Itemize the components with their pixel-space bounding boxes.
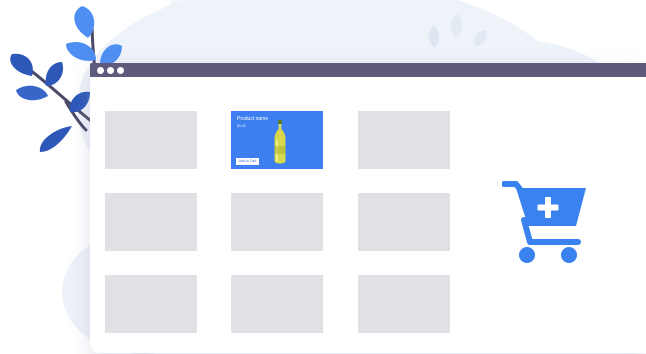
illustration-stage: Product name $0.00 Add to Cart (0, 0, 646, 354)
product-tile-placeholder[interactable] (358, 275, 450, 333)
window-control-dot[interactable] (117, 67, 124, 74)
ghost-leaf-icon (450, 14, 463, 38)
oil-bottle-icon (274, 120, 286, 164)
product-tile-featured[interactable]: Product name $0.00 Add to Cart (231, 111, 323, 169)
leaf-icon (10, 53, 33, 76)
product-tile-placeholder[interactable] (105, 275, 197, 333)
product-name: Product name (237, 116, 269, 122)
product-price: $0.00 (237, 124, 246, 128)
ghost-leaves-decoration (428, 14, 487, 48)
leaf-icon (69, 91, 90, 113)
window-titlebar (90, 63, 646, 77)
product-tile-placeholder[interactable] (231, 193, 323, 251)
leaf-icon (39, 126, 72, 152)
leaf-icon (74, 6, 95, 38)
leaf-icon (100, 44, 122, 65)
product-tile-placeholder[interactable] (358, 111, 450, 169)
window-control-dot[interactable] (107, 67, 114, 74)
product-tile-placeholder[interactable] (231, 275, 323, 333)
product-tile-placeholder[interactable] (105, 193, 197, 251)
leaf-icon (45, 62, 64, 86)
ghost-leaf-icon (474, 30, 487, 46)
window-control-dot[interactable] (97, 67, 104, 74)
add-to-cart-icon (502, 181, 586, 263)
product-tile-placeholder[interactable] (358, 193, 450, 251)
add-to-cart-button[interactable]: Add to Cart (236, 158, 259, 165)
leaf-icon (16, 85, 48, 101)
ghost-leaf-icon (428, 26, 440, 48)
product-tile-placeholder[interactable] (105, 111, 197, 169)
